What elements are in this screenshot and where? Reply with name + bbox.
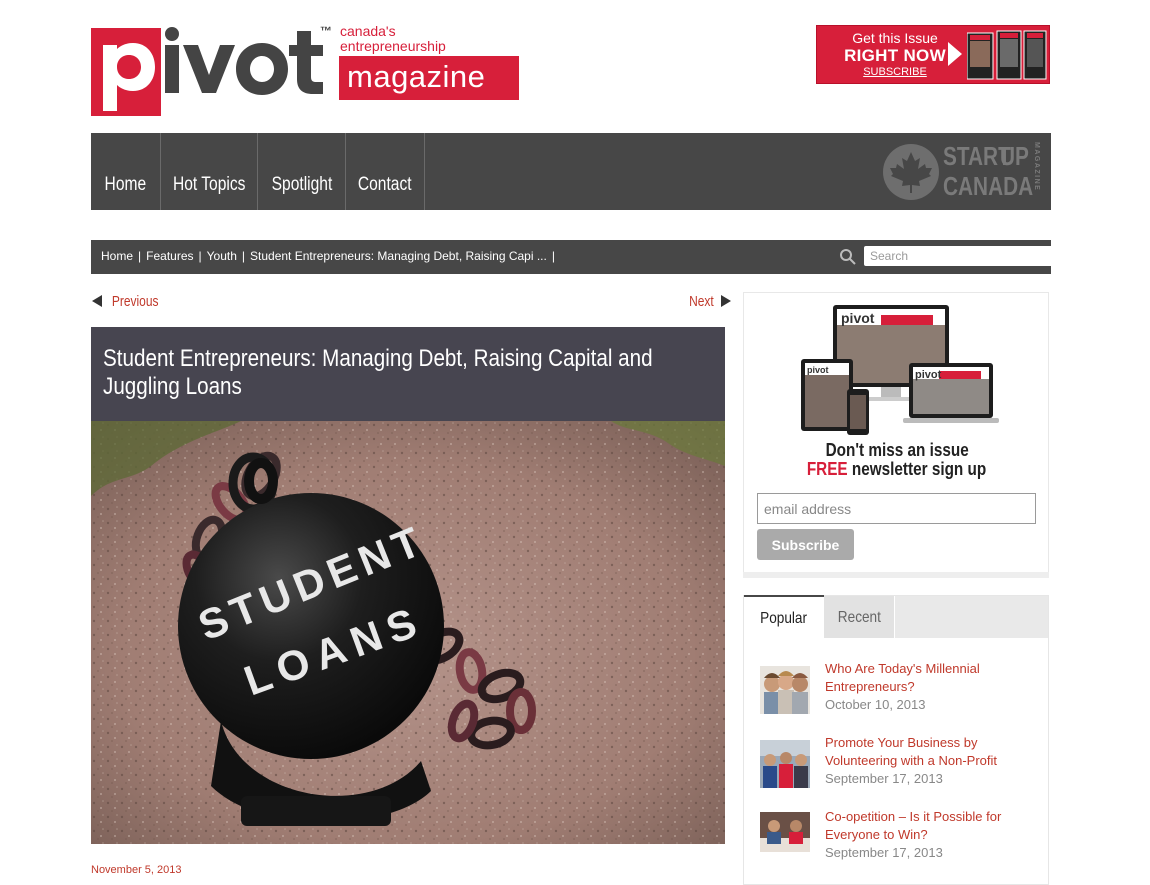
- maple-leaf-icon: [883, 144, 939, 200]
- magazine-vertical-word: MAGAZINE: [1033, 142, 1040, 192]
- breadcrumb-youth[interactable]: Youth: [207, 249, 237, 263]
- trademark-mark: ™: [320, 24, 332, 38]
- newsletter-free-label: FREE: [807, 459, 849, 479]
- breadcrumb-features[interactable]: Features: [146, 249, 193, 263]
- breadcrumb-separator: |: [551, 249, 555, 263]
- promo-subscribe-link[interactable]: SUBSCRIBE: [831, 65, 959, 79]
- startup-canada-logo[interactable]: START UP CANADA MAGAZINE: [882, 142, 1044, 204]
- tab-label: Recent: [837, 609, 881, 626]
- logo-magazine-word: magazine: [347, 59, 486, 94]
- nav-item-contact[interactable]: Contact: [346, 133, 425, 210]
- post-date: September 17, 2013: [825, 845, 943, 860]
- post-title-link[interactable]: Promote Your Business by Volunteering wi…: [825, 734, 1035, 770]
- nav-label: Contact: [358, 174, 412, 195]
- ball-and-chain-image: STUDENT LOANS: [91, 421, 725, 844]
- next-arrow-icon: [721, 295, 732, 307]
- subscribe-button[interactable]: Subscribe: [757, 529, 854, 560]
- tab-recent[interactable]: Recent: [824, 596, 895, 638]
- subscribe-promo-banner[interactable]: Get this Issue RIGHT NOW SUBSCRIBE: [816, 25, 1050, 84]
- logo-tagline-line1: canada's: [340, 23, 396, 39]
- article-title: Student Entrepreneurs: Managing Debt, Ra…: [103, 345, 653, 400]
- next-label: Next: [689, 293, 714, 310]
- svg-text:pivot: pivot: [841, 310, 875, 326]
- post-date: October 10, 2013: [825, 697, 926, 712]
- post-date: September 17, 2013: [825, 771, 943, 786]
- newsletter-headline-text: Don't miss an issue: [825, 440, 969, 460]
- tab-popular[interactable]: Popular: [744, 595, 824, 640]
- email-field[interactable]: [757, 493, 1036, 524]
- site-logo[interactable]: ™ canada's entrepreneurship magazine: [91, 23, 521, 117]
- logo-tagline-line2: entrepreneurship: [340, 38, 446, 54]
- previous-arrow-icon: [92, 295, 102, 307]
- breadcrumb-home[interactable]: Home: [101, 249, 133, 263]
- nav-label: Home: [104, 174, 147, 195]
- article-title-box: Student Entrepreneurs: Managing Debt, Ra…: [91, 327, 725, 421]
- breadcrumb: Home | Features | Youth | Student Entrepreneur…: [101, 240, 560, 274]
- nav-item-spotlight[interactable]: Spotlight: [258, 133, 346, 210]
- tab-label: Popular: [760, 610, 808, 627]
- promo-arrow-icon: [948, 42, 962, 66]
- canada-word: CANADA: [943, 171, 1034, 201]
- nav-label: Hot Topics: [172, 174, 246, 195]
- newsletter-divider: [743, 572, 1049, 578]
- newsletter-subheadline: FREE newsletter sign up: [744, 459, 1050, 479]
- list-item: Who Are Today's Millennial Entrepreneurs…: [760, 660, 1040, 720]
- search-input[interactable]: [864, 246, 1057, 266]
- breadcrumb-bar: Home | Features | Youth | Student Entrepreneur…: [91, 240, 1057, 274]
- post-title-link[interactable]: Co-opetition – Is it Possible for Everyo…: [825, 808, 1035, 844]
- post-title-link[interactable]: Who Are Today's Millennial Entrepreneurs…: [825, 660, 1035, 696]
- promo-text: Get this Issue RIGHT NOW SUBSCRIBE: [831, 30, 959, 79]
- post-thumbnail[interactable]: [760, 666, 810, 714]
- svg-text:pivot: pivot: [915, 369, 942, 381]
- newsletter-headline: Don't miss an issue: [744, 440, 1050, 460]
- next-link[interactable]: Next: [686, 293, 732, 310]
- post-thumbnail[interactable]: [760, 740, 810, 788]
- previous-link[interactable]: Previous: [92, 293, 165, 310]
- posts-tabs-widget: Popular Recent Who Are Today's Millennia…: [743, 595, 1049, 885]
- tab-bar: Popular Recent: [744, 595, 1048, 640]
- newsletter-signup-label: newsletter sign up: [848, 459, 987, 479]
- breadcrumb-separator: |: [138, 249, 142, 263]
- newsletter-widget: pivot pivot pivot Don't miss an issue FR…: [743, 292, 1049, 578]
- logo-magazine-band: magazine: [339, 56, 519, 100]
- breadcrumb-separator: |: [198, 249, 202, 263]
- breadcrumb-separator: |: [241, 249, 246, 263]
- previous-label: Previous: [112, 293, 159, 310]
- promo-magazine-covers-image: [967, 30, 1047, 80]
- post-thumbnail[interactable]: [760, 812, 810, 852]
- svg-text:pivot: pivot: [807, 365, 829, 375]
- nav-item-home[interactable]: Home: [91, 133, 161, 210]
- article-date: November 5, 2013: [91, 864, 182, 876]
- up-word: UP: [1000, 141, 1029, 171]
- article-hero-image: STUDENT LOANS: [91, 421, 725, 844]
- promo-line-1: Get this Issue: [852, 30, 938, 46]
- nav-item-hot-topics[interactable]: Hot Topics: [161, 133, 258, 210]
- nav-label: Spotlight: [271, 174, 332, 195]
- list-item: Co-opetition – Is it Possible for Everyo…: [760, 808, 1040, 868]
- search-icon[interactable]: [839, 248, 857, 266]
- breadcrumb-current: Student Entrepreneurs: Managing Debt, Ra…: [250, 249, 547, 263]
- magazine-devices-image: pivot pivot pivot: [801, 305, 999, 435]
- promo-line-2: RIGHT NOW: [844, 46, 946, 65]
- list-item: Promote Your Business by Volunteering wi…: [760, 734, 1040, 794]
